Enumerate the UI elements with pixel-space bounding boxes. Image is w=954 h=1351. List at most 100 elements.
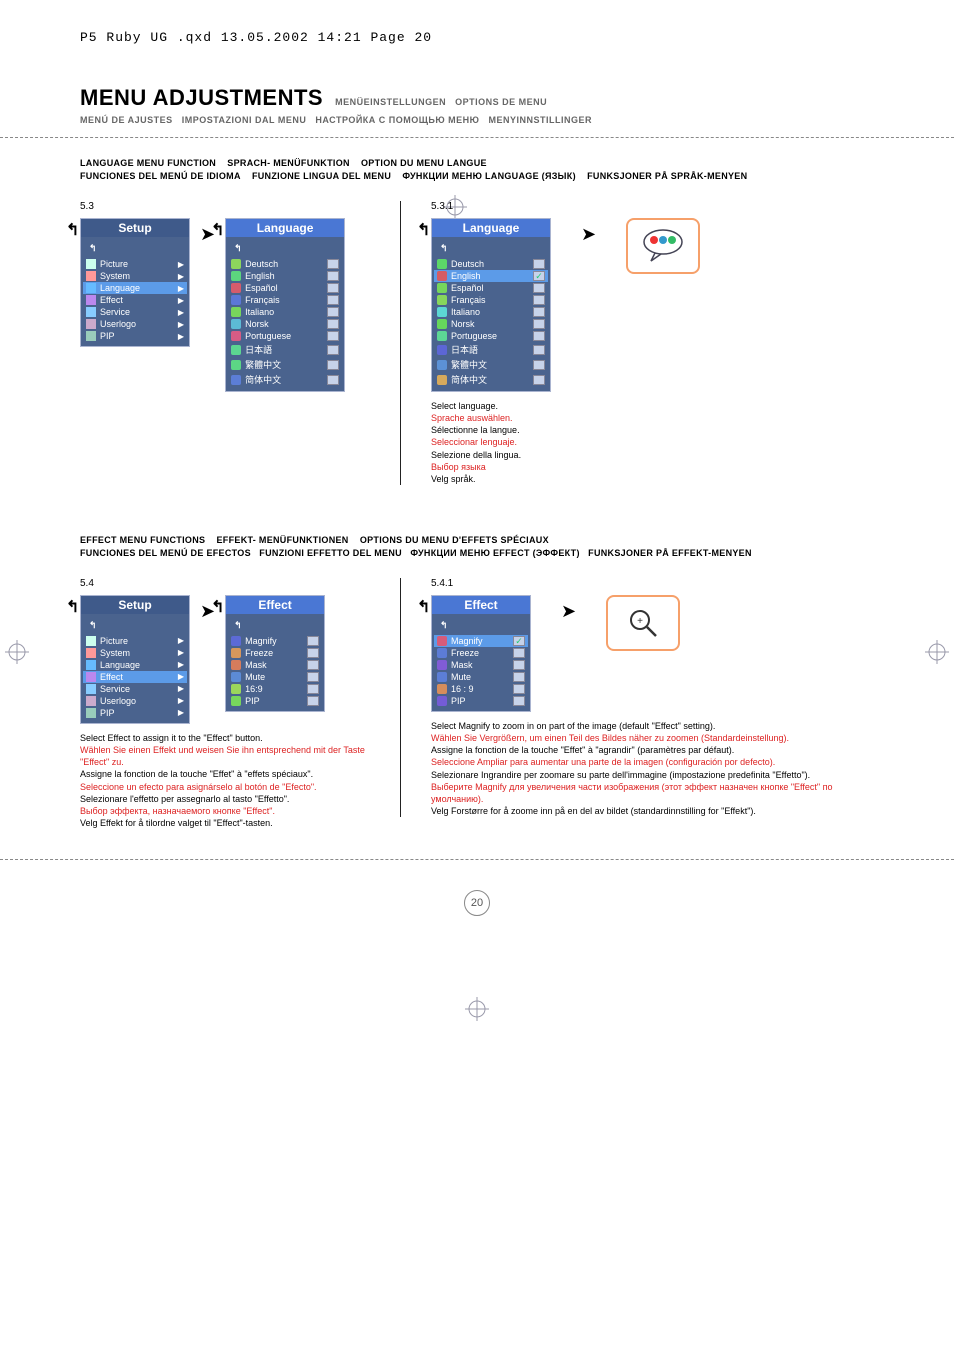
- speech-bubble-box: [626, 218, 700, 274]
- menu-item[interactable]: Freeze: [228, 647, 322, 659]
- menu-item-label: System: [100, 648, 174, 658]
- menu-item-label: 日本語: [245, 343, 323, 356]
- setup-menu-eff: Setup ↰ Picture▶System▶Language▶Effect▶S…: [80, 595, 190, 724]
- menu-item[interactable]: Italiano: [228, 306, 342, 318]
- setup-menu: Setup ↰ Picture▶System▶Language▶Effect▶S…: [80, 218, 190, 347]
- flag-icon: [437, 295, 447, 305]
- flag-icon: [231, 307, 241, 317]
- back-row[interactable]: ↰: [228, 241, 342, 258]
- menu-item[interactable]: Mute: [434, 671, 528, 683]
- menu-item-language[interactable]: Language▶: [83, 282, 187, 294]
- menu-item[interactable]: Mask: [434, 659, 528, 671]
- figure-number-53: 5.3: [80, 201, 390, 212]
- menu-item[interactable]: 繁體中文: [434, 357, 548, 372]
- menu-item[interactable]: Italiano: [434, 306, 548, 318]
- menu-item[interactable]: 简体中文: [434, 372, 548, 387]
- menu-item[interactable]: Portuguese: [434, 330, 548, 342]
- menu-item[interactable]: Freeze: [434, 647, 528, 659]
- menu-item[interactable]: 繁體中文: [228, 357, 342, 372]
- menu-item[interactable]: Deutsch: [228, 258, 342, 270]
- menu-item[interactable]: 16 : 9: [434, 683, 528, 695]
- checkbox-icon: [533, 345, 545, 355]
- srv-icon: [86, 307, 96, 317]
- registration-mark-bottom: [465, 997, 489, 1026]
- arrow-icon: ➤: [561, 601, 576, 622]
- effect-submenu: Effect ↰ MagnifyFreezeMaskMute16:9PIP: [225, 595, 325, 712]
- setup-menu-eff-title: Setup: [81, 596, 189, 614]
- menu-item[interactable]: Norsk: [228, 318, 342, 330]
- checkbox-icon: [513, 672, 525, 682]
- back-row[interactable]: ↰: [434, 241, 548, 258]
- lang-description: Select language. Sprache auswählen. Séle…: [431, 400, 874, 485]
- flag-icon: [231, 360, 241, 370]
- menu-item-effect[interactable]: Effect▶: [83, 671, 187, 683]
- menu-item-picture[interactable]: Picture▶: [83, 635, 187, 647]
- menu-item[interactable]: Deutsch: [434, 258, 548, 270]
- menu-item-system[interactable]: System▶: [83, 647, 187, 659]
- flag-icon: [437, 660, 447, 670]
- speech-bubble-icon: [641, 227, 685, 265]
- menu-item[interactable]: 16:9: [228, 683, 322, 695]
- language-menu-531-title: Language: [432, 219, 550, 237]
- menu-item[interactable]: Norsk: [434, 318, 548, 330]
- figure-number-54: 5.4: [80, 578, 390, 589]
- checkbox-icon: [533, 307, 545, 317]
- lang-icon: [86, 660, 96, 670]
- eff-icon: [86, 672, 96, 682]
- back-row[interactable]: ↰: [434, 618, 528, 635]
- menu-item[interactable]: Mask: [228, 659, 322, 671]
- menu-item-language[interactable]: Language▶: [83, 659, 187, 671]
- magnify-box: +: [606, 595, 680, 651]
- effect-section-heads-2: FUNCIONES DEL MENÚ DE EFECTOS FUNZIONI E…: [80, 548, 874, 558]
- menu-item-system[interactable]: System▶: [83, 270, 187, 282]
- menu-item[interactable]: Español: [228, 282, 342, 294]
- menu-item-service[interactable]: Service▶: [83, 683, 187, 695]
- chevron-right-icon: ▶: [178, 696, 184, 705]
- pic-icon: [86, 259, 96, 269]
- menu-item[interactable]: 日本語: [228, 342, 342, 357]
- menu-item[interactable]: English: [434, 270, 548, 282]
- flag-icon: [437, 307, 447, 317]
- menu-item-label: Effect: [100, 295, 174, 305]
- setup-menu-title: Setup: [81, 219, 189, 237]
- language-submenu-title: Language: [226, 219, 344, 237]
- menu-item[interactable]: PIP: [434, 695, 528, 707]
- return-icon: ↰: [211, 597, 224, 617]
- checkbox-icon: [533, 331, 545, 341]
- menu-item-label: Mute: [451, 672, 509, 682]
- flag-icon: [437, 345, 447, 355]
- menu-item-label: Freeze: [245, 648, 303, 658]
- flag-icon: [437, 648, 447, 658]
- menu-item-userlogo[interactable]: Userlogo▶: [83, 695, 187, 707]
- menu-item-userlogo[interactable]: Userlogo▶: [83, 318, 187, 330]
- menu-item-service[interactable]: Service▶: [83, 306, 187, 318]
- flag-icon: [437, 331, 447, 341]
- lang-icon: [86, 283, 96, 293]
- back-icon: ↰: [440, 243, 448, 254]
- divider: [0, 137, 954, 138]
- menu-item[interactable]: Mute: [228, 671, 322, 683]
- back-row[interactable]: ↰: [228, 618, 322, 635]
- menu-item[interactable]: 简体中文: [228, 372, 342, 387]
- menu-item-label: 简体中文: [451, 373, 529, 386]
- menu-item[interactable]: English: [228, 270, 342, 282]
- figure-number-541: 5.4.1: [431, 578, 874, 589]
- menu-item[interactable]: Français: [434, 294, 548, 306]
- menu-item[interactable]: Portuguese: [228, 330, 342, 342]
- menu-item-pip[interactable]: PIP▶: [83, 707, 187, 719]
- menu-item[interactable]: Magnify: [434, 635, 528, 647]
- menu-item[interactable]: Magnify: [228, 635, 322, 647]
- back-row[interactable]: ↰: [83, 618, 187, 635]
- menu-item-picture[interactable]: Picture▶: [83, 258, 187, 270]
- menu-item-effect[interactable]: Effect▶: [83, 294, 187, 306]
- menu-item[interactable]: Español: [434, 282, 548, 294]
- menu-item[interactable]: Français: [228, 294, 342, 306]
- menu-item-label: Mask: [245, 660, 303, 670]
- back-row[interactable]: ↰: [83, 241, 187, 258]
- menu-item[interactable]: PIP: [228, 695, 322, 707]
- menu-item-label: Mute: [245, 672, 303, 682]
- menu-item[interactable]: 日本語: [434, 342, 548, 357]
- menu-item-pip[interactable]: PIP▶: [83, 330, 187, 342]
- flag-icon: [437, 271, 447, 281]
- checkbox-icon: [533, 271, 545, 281]
